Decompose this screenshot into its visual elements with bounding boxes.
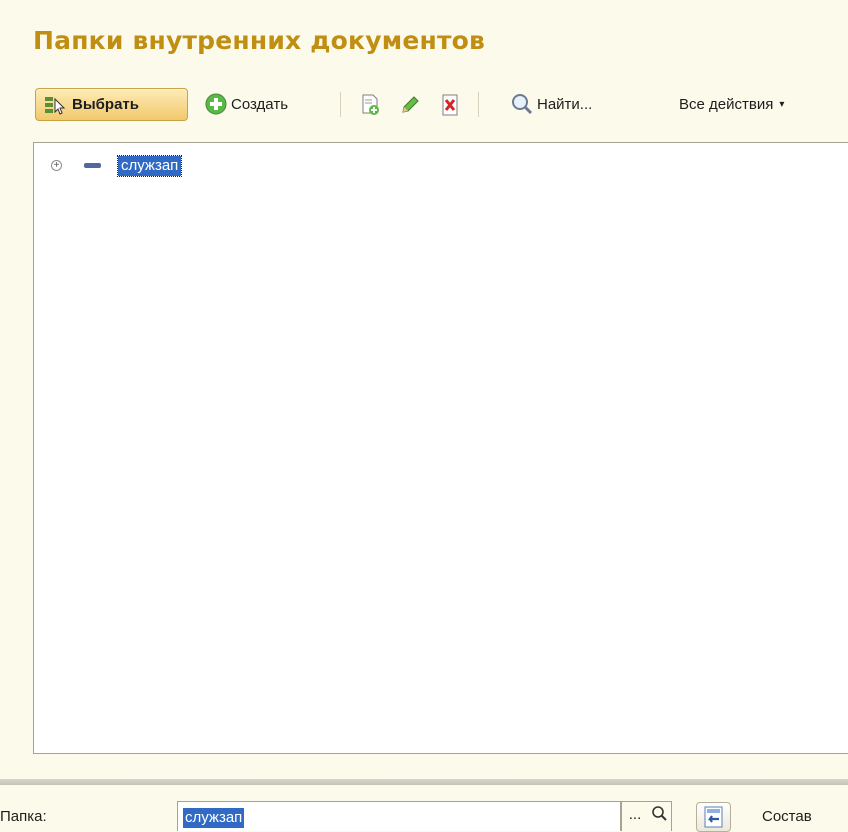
open-search-button[interactable] [648,801,672,831]
folder-icon [84,163,101,168]
panel-splitter[interactable] [0,779,848,785]
delete-mark-icon [442,94,458,116]
select-button[interactable]: Выбрать [35,88,188,121]
find-button[interactable]: Найти... [511,85,592,123]
edit-button[interactable] [399,94,421,116]
magnifier-icon [512,94,533,115]
add-circle-icon [205,93,227,115]
folder-input[interactable]: служзап [177,801,621,831]
pencil-icon [402,96,419,113]
toolbar-divider [478,92,479,117]
toolbar: Выбрать Создать Найти... Все действия ▾ [33,85,848,123]
create-button[interactable]: Создать [205,85,288,123]
go-to-folder-button[interactable] [696,802,731,832]
choose-button[interactable]: ... [621,801,649,831]
create-button-label: Создать [231,95,289,113]
find-button-label: Найти... [537,95,593,113]
chevron-down-icon: ▾ [779,98,785,110]
tree-item-label[interactable]: служзап [116,155,183,177]
folder-field-label: Папка: [0,808,47,825]
toolbar-divider [340,92,341,117]
all-actions-label: Все действия [679,95,774,113]
expand-icon[interactable]: + [51,160,62,171]
copy-document-icon [362,94,379,115]
delete-button[interactable] [439,94,461,116]
folder-input-value: служзап [183,808,245,828]
folder-tree[interactable]: + служзап [33,142,848,754]
search-icon [652,806,667,821]
back-arrow-icon [704,806,723,828]
composition-label[interactable]: Состав [762,808,812,825]
select-button-label: Выбрать [72,96,139,113]
select-icon [45,96,66,115]
all-actions-menu[interactable]: Все действия ▾ [679,85,784,123]
page-title: Папки внутренних документов [33,26,486,55]
copy-button[interactable] [359,94,381,116]
